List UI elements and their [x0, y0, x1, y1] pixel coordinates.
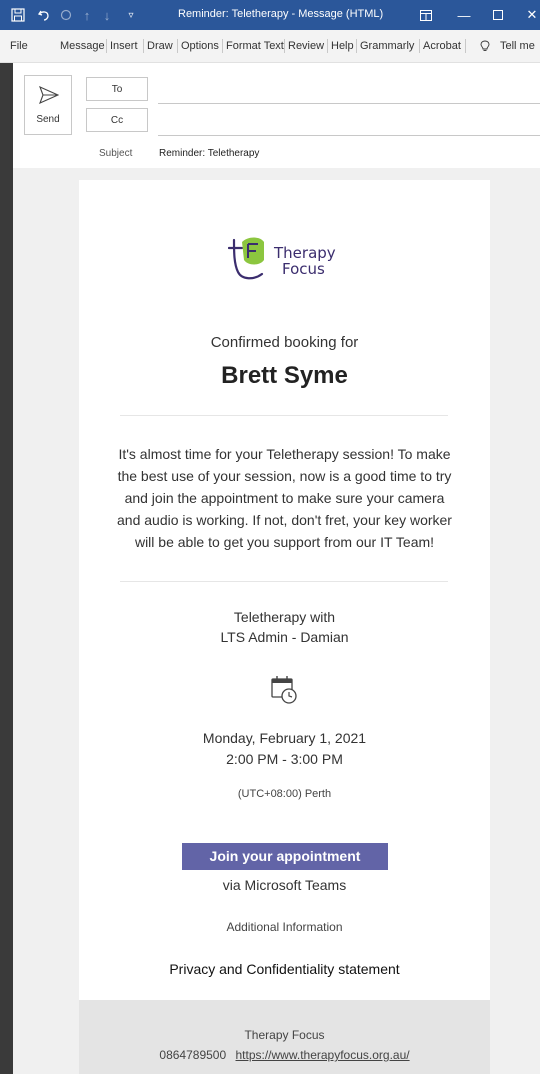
footer-website-link[interactable]: https://www.therapyfocus.org.au/: [236, 1048, 410, 1062]
timezone: (UTC+08:00) Perth: [237, 788, 332, 800]
via-teams: via Microsoft Teams: [222, 877, 347, 893]
lightbulb-icon[interactable]: [480, 40, 490, 55]
divider: [222, 39, 223, 53]
window-title: Reminder: Teletherapy - Message (HTML): [178, 8, 384, 20]
to-button[interactable]: To: [86, 77, 148, 101]
reminder-paragraph: It's almost time for your Teletherapy se…: [117, 446, 452, 550]
undo-icon[interactable]: [36, 7, 52, 23]
divider: [120, 415, 448, 416]
key-worker-name: LTS Admin - Damian: [220, 629, 349, 645]
title-bar: ↑ ↓ ▿ Reminder: Teletherapy - Message (H…: [0, 0, 540, 30]
email-card: [79, 180, 490, 1074]
tab-format-text[interactable]: Format Text: [226, 40, 284, 52]
cc-field[interactable]: [158, 135, 540, 136]
footer-contact: 0864789500 https://www.therapyfocus.org.…: [79, 1048, 490, 1062]
maximize-icon[interactable]: [490, 7, 506, 23]
cc-button[interactable]: Cc: [86, 108, 148, 132]
to-field[interactable]: [158, 103, 540, 104]
appointment-date: Monday, February 1, 2021: [202, 730, 367, 746]
logo-text-focus: Focus: [282, 260, 325, 278]
calendar-clock-icon: [271, 676, 297, 704]
subject-field[interactable]: Reminder: Teletherapy: [159, 148, 259, 159]
tab-file[interactable]: File: [10, 40, 28, 52]
email-footer: Therapy Focus 0864789500 https://www.the…: [79, 1000, 490, 1074]
customize-icon[interactable]: ▿: [124, 7, 138, 23]
window-border: [0, 63, 13, 1074]
tab-message[interactable]: Message: [60, 40, 105, 52]
therapy-focus-logo: Therapy Focus: [228, 230, 348, 282]
tab-help[interactable]: Help: [331, 40, 354, 52]
send-label: Send: [36, 114, 60, 125]
tab-acrobat[interactable]: Acrobat: [423, 40, 461, 52]
divider: [327, 39, 328, 53]
tab-review[interactable]: Review: [288, 40, 324, 52]
teletherapy-with: Teletherapy with: [233, 609, 336, 625]
privacy-statement-link[interactable]: Privacy and Confidentiality statement: [79, 961, 490, 977]
send-button[interactable]: Send: [24, 75, 72, 135]
divider: [465, 39, 466, 53]
additional-information-link[interactable]: Additional Information: [79, 920, 490, 934]
logo-text-therapy: Therapy: [274, 244, 336, 262]
ribbon-tabs: File Message Insert Draw Options Format …: [0, 30, 540, 63]
tab-options[interactable]: Options: [181, 40, 219, 52]
restore-layout-icon[interactable]: [418, 7, 434, 23]
up-icon[interactable]: ↑: [80, 7, 94, 23]
close-icon[interactable]: ✕: [524, 7, 540, 23]
confirmed-heading: Confirmed booking for: [210, 334, 359, 351]
tell-me-search[interactable]: Tell me: [500, 40, 535, 52]
footer-org: Therapy Focus: [244, 1028, 325, 1042]
tab-grammarly[interactable]: Grammarly: [360, 40, 414, 52]
divider: [177, 39, 178, 53]
appointment-time: 2:00 PM - 3:00 PM: [226, 751, 343, 767]
divider: [284, 39, 285, 53]
divider: [356, 39, 357, 53]
divider: [120, 581, 448, 582]
subject-label: Subject: [99, 148, 133, 159]
compose-header: Send To Cc Subject Reminder: Teletherapy: [13, 63, 540, 168]
tab-draw[interactable]: Draw: [147, 40, 173, 52]
minimize-icon[interactable]: —: [456, 7, 472, 23]
down-icon[interactable]: ↓: [100, 7, 114, 23]
send-icon: [39, 86, 59, 104]
footer-phone: 0864789500: [159, 1048, 227, 1062]
divider: [106, 39, 107, 53]
join-appointment-button[interactable]: Join your appointment: [182, 843, 388, 870]
tab-insert[interactable]: Insert: [110, 40, 138, 52]
divider: [143, 39, 144, 53]
redo-icon[interactable]: [58, 7, 74, 23]
client-name: Brett Syme: [221, 362, 348, 389]
divider: [419, 39, 420, 53]
save-icon[interactable]: [10, 7, 26, 23]
